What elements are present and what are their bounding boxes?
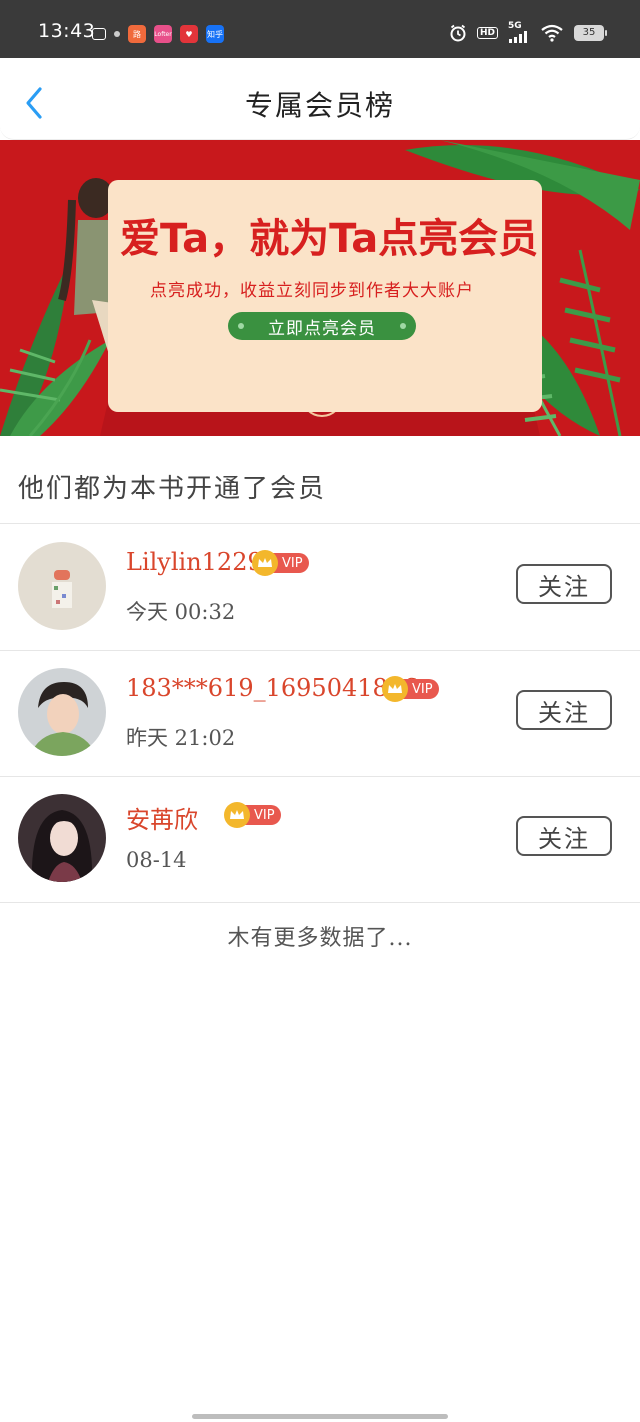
banner-heading: 爱Ta，就为Ta点亮会员 xyxy=(120,216,539,262)
list-item: 安苒欣 VIP 08-14 关注 xyxy=(0,776,640,902)
home-indicator[interactable] xyxy=(192,1414,448,1419)
cloud-app-icon xyxy=(92,28,106,40)
battery-icon: 35 xyxy=(574,24,607,41)
nav-bar: 专属会员榜 xyxy=(0,58,640,140)
pink-app-label: Lofter xyxy=(154,30,172,38)
avatar[interactable] xyxy=(18,668,106,756)
banner-subtitle: 点亮成功，收益立刻同步到作者大大账户 xyxy=(150,281,474,301)
crown-icon xyxy=(224,802,250,828)
follow-button[interactable]: 关注 xyxy=(516,564,612,604)
network-label: 5G xyxy=(508,21,522,31)
pink-app-icon: Lofter xyxy=(154,25,172,43)
light-up-membership-button[interactable]: 立即点亮会员 xyxy=(228,312,416,340)
alarm-icon xyxy=(449,24,467,42)
avatar[interactable] xyxy=(18,542,106,630)
follow-button[interactable]: 关注 xyxy=(516,690,612,730)
crown-icon xyxy=(252,550,278,576)
member-name[interactable]: 安苒欣 xyxy=(126,800,198,835)
vip-badge: VIP xyxy=(382,676,439,702)
follow-button[interactable]: 关注 xyxy=(516,816,612,856)
zhihu-app-icon: 知乎 xyxy=(206,25,224,43)
vip-badge: VIP xyxy=(224,802,281,828)
orange-app-icon: 路 xyxy=(128,25,146,43)
no-more-data-text: 木有更多数据了... xyxy=(227,926,413,951)
list-item: 183***619_1695041856 VIP 昨天 21:02 关注 xyxy=(0,650,640,776)
page-title: 专属会员榜 xyxy=(244,89,395,122)
list-item: Lilylin1229 VIP 今天 00:32 关注 xyxy=(0,524,640,650)
crown-icon xyxy=(382,676,408,702)
light-up-membership-label: 立即点亮会员 xyxy=(268,318,376,339)
section-title: 他们都为本书开通了会员 xyxy=(18,474,327,504)
avatar[interactable] xyxy=(18,794,106,882)
wifi-icon xyxy=(540,24,564,42)
status-right: HD 5G 35 xyxy=(449,22,607,43)
member-time: 08-14 xyxy=(126,848,187,872)
battery-level: 35 xyxy=(582,27,596,38)
hd-icon: HD xyxy=(476,26,498,39)
heart-app-icon: ♥ xyxy=(180,25,198,43)
status-time: 13:43 xyxy=(38,20,96,42)
member-time: 昨天 21:02 xyxy=(126,726,236,750)
member-name[interactable]: 183***619_1695041856 xyxy=(126,674,418,702)
notification-app-icons: 路 Lofter ♥ 知乎 xyxy=(92,25,224,43)
dot-icon xyxy=(114,31,120,37)
signal-icon: 5G xyxy=(508,22,530,43)
vip-badge: VIP xyxy=(252,550,309,576)
divider xyxy=(0,902,640,903)
status-bar: 13:43 路 Lofter ♥ 知乎 HD 5G 35 xyxy=(0,0,640,58)
member-time: 今天 00:32 xyxy=(126,600,236,624)
member-name[interactable]: Lilylin1229 xyxy=(126,548,263,576)
promo-banner[interactable]: 爱Ta，就为Ta点亮会员 点亮成功，收益立刻同步到作者大大账户 立即点亮会员 xyxy=(0,140,640,436)
